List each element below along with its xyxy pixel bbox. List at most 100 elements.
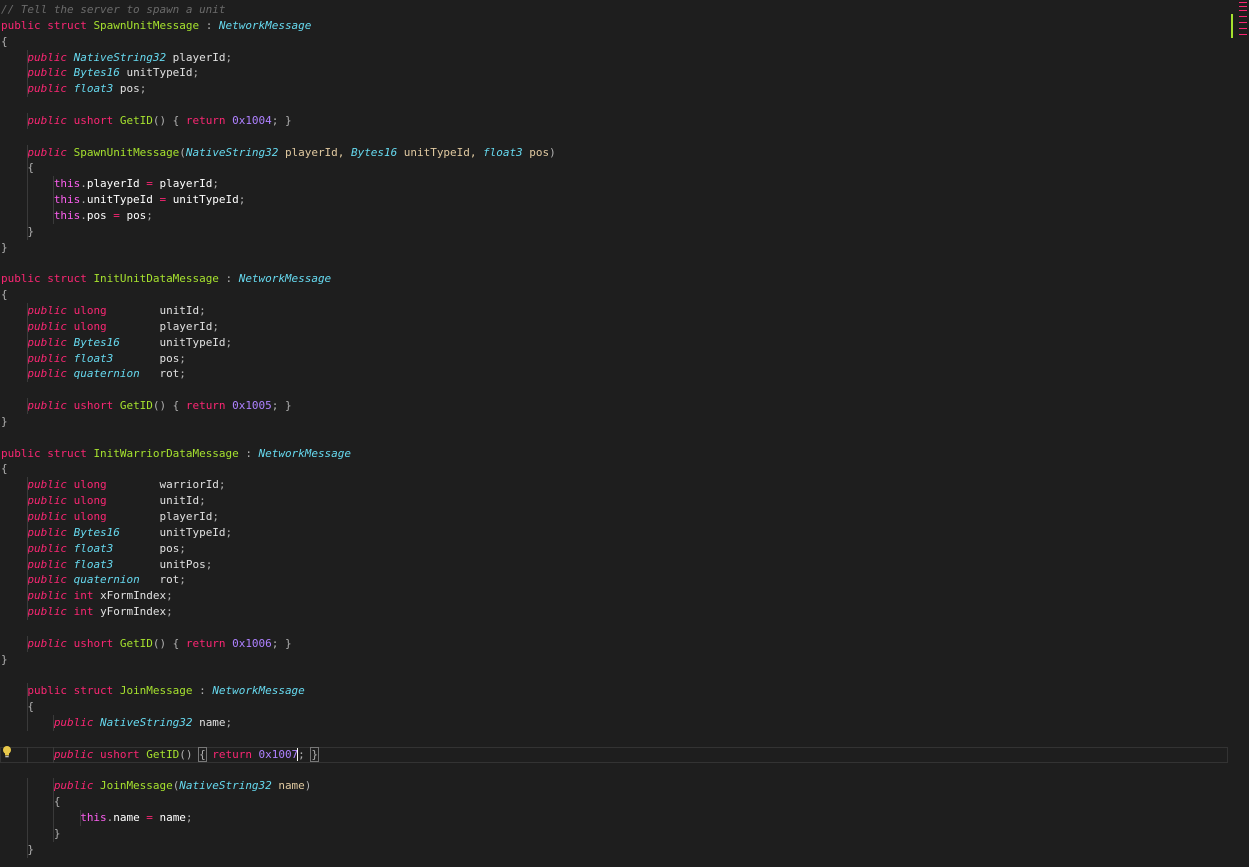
code-line[interactable]: { [0,699,1228,715]
code-line[interactable]: // Tell the server to spawn a unit [0,2,1228,18]
indent-guide [53,192,54,208]
code-line[interactable]: public ulong playerId; [0,318,1228,335]
code-line[interactable]: public int xFormIndex; [0,588,1228,605]
code-line[interactable]: public SpawnUnitMessage(NativeString32 p… [0,144,1228,161]
indent-guide [27,65,28,82]
code-line[interactable] [0,731,1228,747]
overview-ruler[interactable] [1237,0,1249,40]
code-line[interactable]: public struct InitWarriorDataMessage : N… [0,446,1228,462]
code-token: float3 [483,145,523,159]
code-line[interactable]: public quaternion rot; [0,366,1228,383]
code-token: playerId [166,50,226,64]
code-line[interactable]: this.pos = pos; [0,207,1228,224]
code-line[interactable]: { [0,461,1228,477]
indent-guide [27,683,28,700]
code-line[interactable]: public quaternion rot; [0,572,1228,589]
code-line[interactable]: this.unitTypeId = unitTypeId; [0,192,1228,208]
code-token: SpawnUnitMessage [73,145,180,159]
code-line[interactable] [0,382,1228,398]
code-token: unitPos [113,557,206,571]
code-line[interactable]: public Bytes16 unitTypeId; [0,65,1228,82]
code-token: = [139,811,160,825]
code-editor[interactable]: // Tell the server to spawn a unit public… [0,2,1228,858]
code-line[interactable]: public float3 pos; [0,540,1228,557]
code-line[interactable]: public ushort GetID() { return 0x1007; } [0,746,1228,763]
code-line[interactable]: public ushort GetID() { return 0x1006; } [0,635,1228,652]
code-token: unitTypeId [172,193,239,207]
indent-guide [27,635,28,652]
code-token: ; [199,494,206,508]
code-line[interactable]: public ulong unitId; [0,493,1228,509]
code-line[interactable]: public NativeString32 name; [0,714,1228,731]
code-token: Bytes16 [350,145,398,159]
code-token: public [1,779,101,793]
code-line[interactable]: } [0,240,1228,256]
code-token: // Tell the server to spawn a unit [1,3,226,16]
code-line[interactable]: { [0,34,1228,50]
indent-guide [27,509,28,525]
code-token: NetworkMessage [212,684,305,698]
code-line[interactable]: public NativeString32 playerId; [0,49,1228,66]
code-line[interactable]: public struct InitUnitDataMessage : Netw… [0,271,1228,287]
code-token: 0x1005 [232,399,272,413]
code-token: : [218,272,239,286]
code-line[interactable] [0,129,1228,145]
code-line[interactable]: public int yFormIndex; [0,604,1228,620]
code-line[interactable] [0,97,1228,113]
code-token: Bytes16 [73,335,120,349]
code-token: JoinMessage [119,684,193,698]
code-line[interactable] [0,667,1228,683]
indent-guide [53,714,54,731]
code-token: rot [139,573,180,587]
code-token: return [185,636,233,650]
code-token: playerId [86,177,140,191]
code-line[interactable]: public JoinMessage(NativeString32 name) [0,778,1228,795]
code-line[interactable]: { [0,794,1228,811]
code-token: rot [139,367,180,381]
code-token: name [271,779,305,793]
code-token: ; } [271,113,292,127]
code-line[interactable]: } [0,841,1228,858]
code-line[interactable]: public ulong unitId; [0,303,1228,319]
code-line[interactable]: public struct SpawnUnitMessage : Network… [0,18,1228,34]
code-line[interactable]: public ulong warriorId; [0,477,1228,494]
code-token: public [1,351,74,365]
code-line[interactable]: public Bytes16 unitTypeId; [0,524,1228,541]
code-line[interactable]: { [0,287,1228,303]
code-line[interactable]: this.name = name; [0,810,1228,826]
code-line[interactable]: } [0,223,1228,240]
code-token: quaternion [73,573,140,587]
code-line[interactable]: public ulong playerId; [0,509,1228,525]
code-token: quaternion [73,367,140,381]
lightbulb-icon[interactable] [1,745,13,759]
code-line[interactable]: public float3 unitPos; [0,556,1228,573]
code-line[interactable] [0,430,1228,446]
code-line[interactable]: } [0,414,1228,430]
code-line[interactable]: this.playerId = playerId; [0,176,1228,193]
code-token: public [1,399,74,413]
code-line[interactable]: public float3 pos; [0,81,1228,98]
code-token: } [1,240,8,254]
code-line[interactable] [0,620,1228,636]
code-line[interactable]: } [0,825,1228,842]
code-line[interactable]: public float3 pos; [0,350,1228,367]
code-line[interactable]: { [0,160,1228,177]
code-token: public [1,319,74,333]
code-line[interactable]: } [0,652,1228,668]
code-line[interactable]: public ushort GetID() { return 0x1004; } [0,112,1228,129]
code-line[interactable]: public Bytes16 unitTypeId; [0,334,1228,351]
code-token: 0x1004 [232,113,272,127]
code-line[interactable] [0,256,1228,272]
code-token: float3 [73,541,114,555]
code-line[interactable] [0,763,1228,779]
code-token: this [1,193,81,207]
code-line[interactable]: public ushort GetID() { return 0x1005; } [0,398,1228,414]
code-token: float3 [73,351,114,365]
code-token: : [192,684,213,698]
code-token: InitWarriorDataMessage [93,446,239,460]
code-token: = [106,208,127,222]
code-token: ulong [73,494,160,508]
code-line[interactable]: public struct JoinMessage : NetworkMessa… [0,683,1228,700]
code-token: ) [304,779,312,793]
code-token: = [152,193,173,207]
